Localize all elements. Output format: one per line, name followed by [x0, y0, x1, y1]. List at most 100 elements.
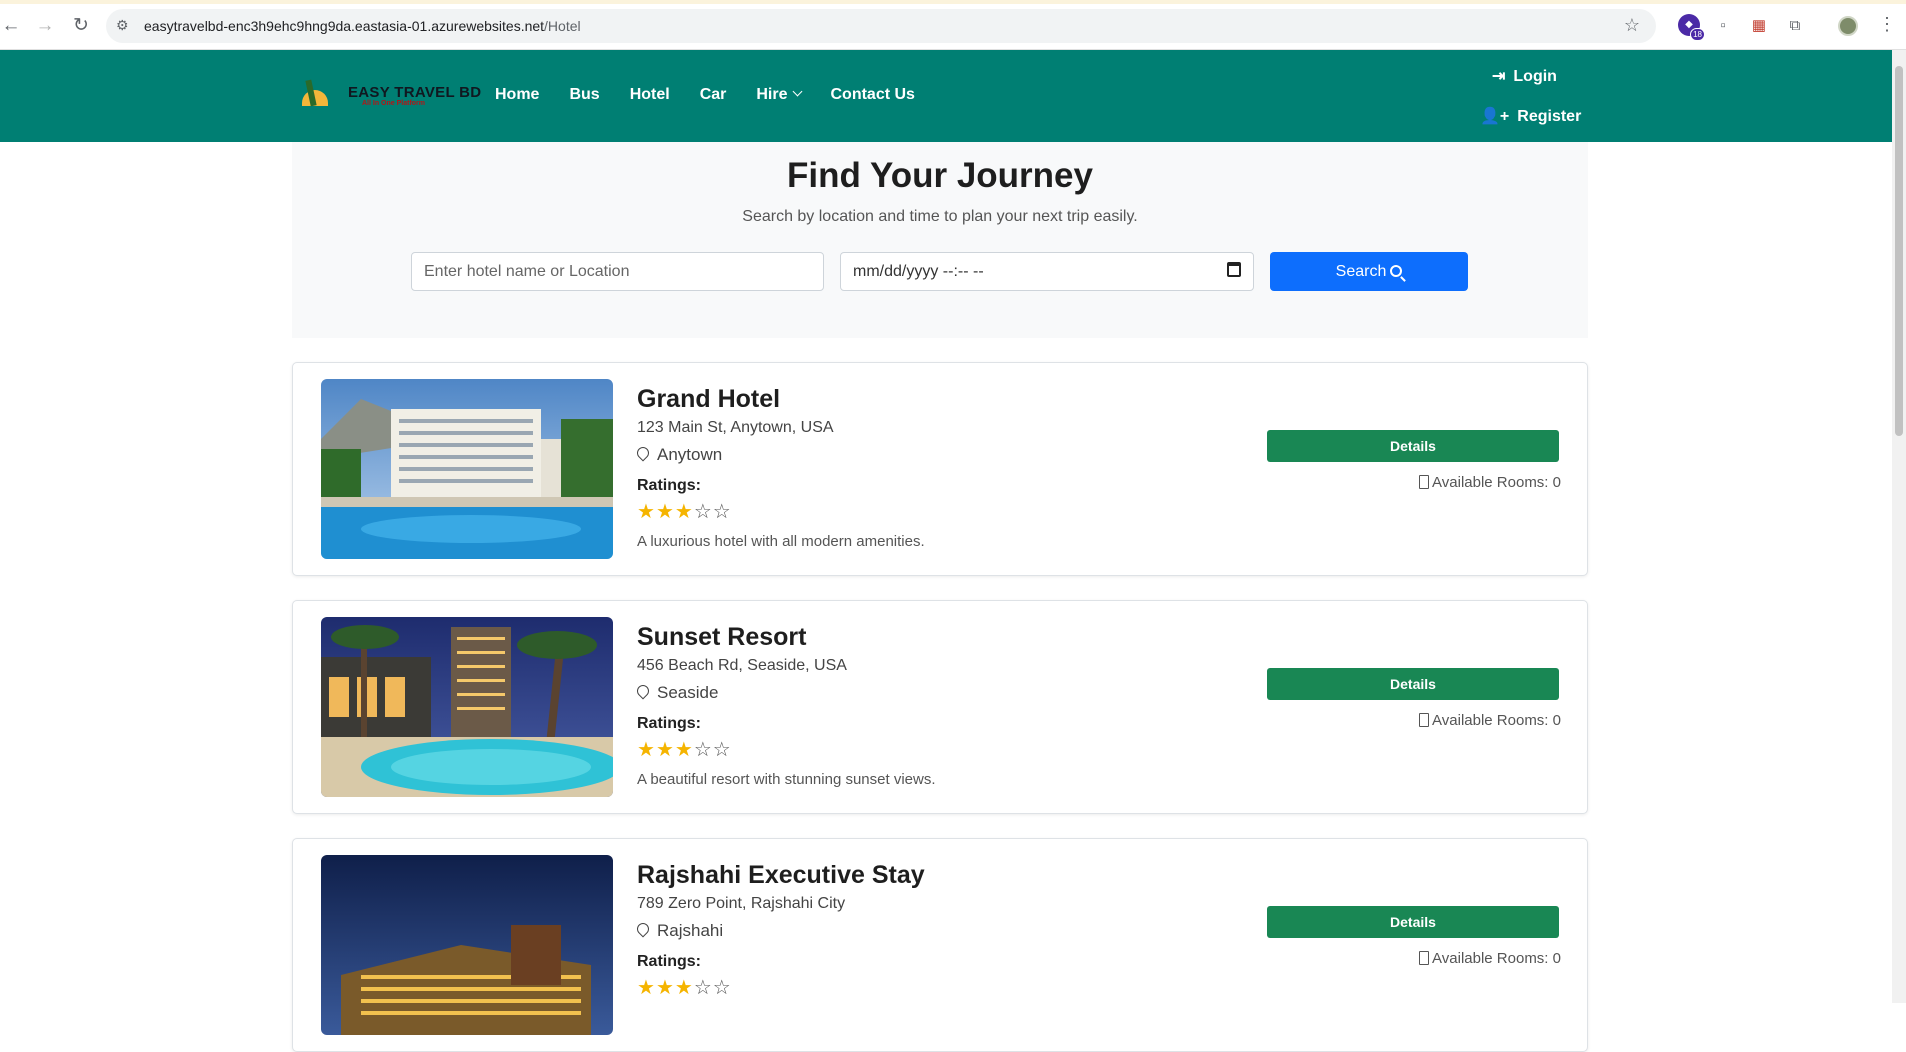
search-icon — [1390, 265, 1403, 277]
star-rating: ★★★☆☆ — [637, 499, 732, 524]
reload-icon[interactable]: ↻ — [70, 15, 92, 37]
star-filled-icon: ★ — [655, 977, 675, 999]
hotel-card: Grand Hotel 123 Main St, Anytown, USA An… — [292, 362, 1588, 576]
extensions-puzzle-icon[interactable]: ⧉ — [1785, 16, 1805, 36]
available-rooms-text: Available Rooms: 0 — [1432, 712, 1561, 729]
star-rating: ★★★☆☆ — [637, 737, 732, 762]
logo-subtitle: All In One Platform — [362, 100, 426, 107]
star-empty-icon: ☆ — [712, 977, 732, 999]
hotel-card: Rajshahi Executive Stay 789 Zero Point, … — [292, 838, 1588, 1052]
hotel-city: Anytown — [634, 444, 723, 465]
location-pin-icon — [634, 920, 652, 938]
register-link[interactable]: 👤+ Register — [1480, 106, 1581, 126]
extension-icon-2[interactable]: ▫ — [1713, 16, 1733, 36]
forward-icon[interactable]: → — [34, 15, 56, 37]
main-nav: Home Bus Hotel Car Hire Contact Us — [495, 84, 945, 108]
add-user-icon: 👤+ — [1480, 108, 1510, 125]
door-icon — [1419, 475, 1430, 489]
login-link[interactable]: ⇥ Login — [1492, 66, 1557, 86]
hotel-city-label: Seaside — [657, 683, 719, 702]
nav-car[interactable]: Car — [700, 84, 727, 108]
page-scrollbar[interactable] — [1892, 50, 1906, 1003]
star-empty-icon: ☆ — [693, 501, 713, 523]
hotel-image — [321, 617, 613, 797]
star-rating: ★★★☆☆ — [637, 975, 732, 1000]
hotel-city: Rajshahi — [634, 920, 724, 941]
site-logo[interactable]: EASY TRAVEL BD All In One Platform — [298, 79, 481, 112]
star-empty-icon: ☆ — [693, 739, 713, 761]
site-info-icon[interactable]: ⚙ — [116, 17, 129, 34]
hotel-name[interactable]: Sunset Resort — [637, 623, 806, 652]
star-filled-icon: ★ — [637, 501, 656, 523]
star-filled-icon: ★ — [674, 501, 694, 523]
hotel-image — [321, 855, 613, 1035]
available-rooms-text: Available Rooms: 0 — [1432, 950, 1561, 967]
star-filled-icon: ★ — [655, 739, 675, 761]
extension-badge-count: 18 — [1690, 28, 1705, 41]
search-panel: Find Your Journey Search by location and… — [292, 142, 1588, 338]
logo-title: EASY TRAVEL BD — [348, 84, 482, 101]
profile-avatar[interactable] — [1838, 16, 1858, 36]
datetime-placeholder: mm/dd/yyyy --:-- -- — [853, 263, 984, 280]
ratings-label: Ratings: — [637, 715, 701, 732]
location-search-input[interactable]: Enter hotel name or Location — [411, 252, 824, 291]
chevron-down-icon — [792, 86, 802, 97]
door-icon — [1419, 951, 1430, 965]
star-filled-icon: ★ — [655, 501, 675, 523]
door-icon — [1419, 713, 1430, 727]
bookmark-star-icon[interactable]: ☆ — [1624, 15, 1640, 36]
details-button[interactable]: Details — [1267, 668, 1559, 700]
nav-bus[interactable]: Bus — [569, 84, 599, 108]
extension-icon[interactable]: ◆ 18 — [1678, 14, 1705, 41]
ratings-label: Ratings: — [637, 953, 701, 970]
location-pin-icon — [634, 682, 652, 700]
calendar-extension-icon[interactable]: ▦ — [1749, 16, 1769, 36]
nav-hotel[interactable]: Hotel — [630, 84, 670, 108]
browser-menu-icon[interactable]: ⋮ — [1878, 14, 1896, 35]
login-icon: ⇥ — [1492, 68, 1506, 85]
hotel-address: 123 Main St, Anytown, USA — [637, 419, 834, 436]
nav-hire-dropdown[interactable]: Hire — [756, 84, 802, 108]
available-rooms: Available Rooms: 0 — [1419, 711, 1561, 729]
details-button[interactable]: Details — [1267, 906, 1559, 938]
back-icon[interactable]: ← — [0, 15, 22, 37]
hotel-city-label: Rajshahi — [657, 921, 724, 940]
page-title: Find Your Journey — [787, 156, 1093, 195]
available-rooms-text: Available Rooms: 0 — [1432, 474, 1561, 491]
nav-contact[interactable]: Contact Us — [831, 84, 915, 108]
search-button-label: Search — [1335, 263, 1387, 280]
calendar-icon[interactable] — [1227, 262, 1241, 277]
nav-home[interactable]: Home — [495, 84, 539, 108]
hotel-name[interactable]: Grand Hotel — [637, 385, 780, 414]
star-filled-icon: ★ — [637, 739, 656, 761]
url-host: easytravelbd-enc3h9ehc9hng9da.eastasia-0… — [144, 18, 545, 34]
available-rooms: Available Rooms: 0 — [1419, 949, 1561, 967]
tab-strip-edge — [0, 0, 1906, 4]
search-subtitle: Search by location and time to plan your… — [742, 208, 1138, 225]
hotel-name[interactable]: Rajshahi Executive Stay — [637, 861, 925, 890]
address-bar[interactable]: ⚙ easytravelbd-enc3h9ehc9hng9da.eastasia… — [106, 9, 1656, 43]
ratings-label: Ratings: — [637, 477, 701, 494]
hotel-image — [321, 379, 613, 559]
available-rooms: Available Rooms: 0 — [1419, 473, 1561, 491]
datetime-input[interactable]: mm/dd/yyyy --:-- -- — [840, 252, 1254, 291]
star-filled-icon: ★ — [637, 977, 656, 999]
hotel-city-label: Anytown — [657, 445, 723, 464]
hotel-card: Sunset Resort 456 Beach Rd, Seaside, USA… — [292, 600, 1588, 814]
login-label: Login — [1513, 68, 1557, 85]
details-button[interactable]: Details — [1267, 430, 1559, 462]
star-empty-icon: ☆ — [712, 739, 732, 761]
hotel-address: 789 Zero Point, Rajshahi City — [637, 895, 846, 912]
browser-toolbar: ← → ↻ ⚙ easytravelbd-enc3h9ehc9hng9da.ea… — [0, 0, 1906, 50]
search-button[interactable]: Search — [1270, 252, 1468, 291]
url-text[interactable]: easytravelbd-enc3h9ehc9hng9da.eastasia-0… — [144, 18, 581, 34]
star-empty-icon: ☆ — [712, 501, 732, 523]
register-label: Register — [1517, 108, 1582, 125]
scrollbar-thumb[interactable] — [1895, 66, 1903, 436]
hotel-address: 456 Beach Rd, Seaside, USA — [637, 657, 847, 674]
star-filled-icon: ★ — [674, 977, 694, 999]
hotel-city: Seaside — [634, 682, 719, 703]
site-header — [0, 50, 1892, 142]
url-path: /Hotel — [544, 18, 581, 34]
location-pin-icon — [634, 444, 652, 462]
